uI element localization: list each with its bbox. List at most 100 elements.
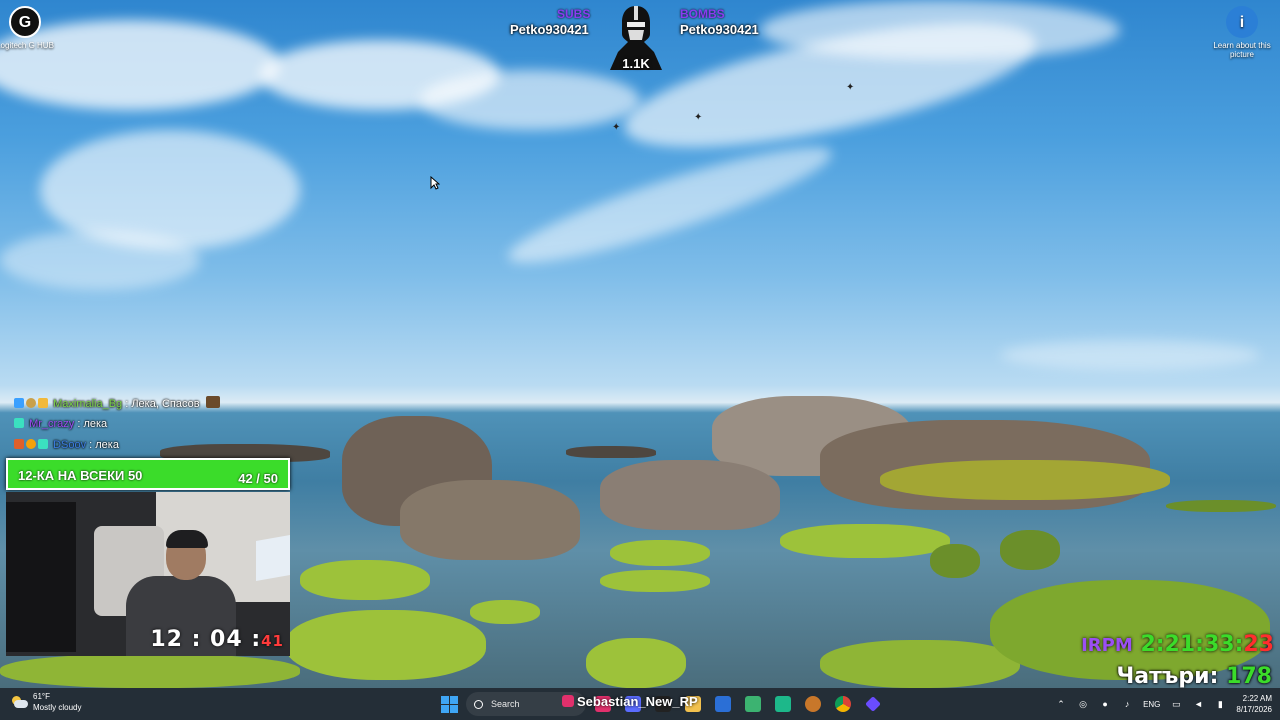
badge-icon (26, 398, 36, 408)
taskbar-app-3[interactable] (710, 691, 736, 717)
chat-message: Maximalia_Bg : Лека, Спасов (14, 396, 222, 410)
badge-icon (14, 418, 24, 428)
emote-icon (205, 396, 220, 408)
windows-logo-icon (440, 695, 449, 704)
logitech-g-hub-icon: G (9, 6, 41, 38)
chat-message: DSoov : лека (14, 439, 119, 451)
moss-rock (1000, 530, 1060, 570)
bird-icon: ✦ (846, 82, 855, 93)
webcam-shelf (6, 502, 76, 652)
desktop-icon-label: Logitech G HUB (0, 41, 54, 50)
cloud (500, 128, 840, 282)
microphone-icon[interactable]: ♪ (1121, 698, 1133, 710)
cloud (0, 230, 200, 290)
instagram-icon (562, 695, 574, 707)
mouse-cursor-icon (430, 176, 440, 190)
moss-rock (880, 460, 1170, 500)
audio-app-icon (775, 696, 791, 712)
app-icon (865, 696, 881, 712)
moss-rock (610, 540, 710, 566)
moss-rock (300, 560, 430, 600)
partly-cloudy-icon (10, 695, 28, 709)
stream-timer: 12 : 04 :41 (150, 627, 284, 652)
network-icon[interactable]: ▭ (1170, 698, 1182, 710)
webcam-monitor (256, 535, 290, 581)
moss-rock (600, 570, 710, 592)
moss-rock (286, 610, 486, 680)
moss-rock (780, 524, 950, 558)
chat-username: Maximalia_Bg (53, 398, 123, 410)
weather-desc: Mostly cloudy (33, 703, 82, 712)
app-icon (745, 696, 761, 712)
search-icon (474, 699, 483, 709)
badge-icon (26, 439, 36, 449)
weather-temp: 61°F (33, 692, 50, 701)
taskbar-app-chrome[interactable] (830, 691, 856, 717)
tray-app-icon[interactable]: ● (1099, 698, 1111, 710)
moss-rock (930, 544, 980, 578)
taskbar-app-4[interactable] (740, 691, 766, 717)
clock-time: 2:22 AM (1242, 694, 1272, 703)
cloud (760, 0, 1120, 60)
badge-icon (38, 398, 48, 408)
webcam-headphones (166, 530, 208, 548)
clock-date: 8/17/2026 (1236, 705, 1272, 714)
chevron-up-icon[interactable]: ⌃ (1055, 698, 1067, 710)
taskbar-app-6[interactable] (800, 691, 826, 717)
umbrellas-label: Чатъри: (1116, 664, 1219, 689)
moss-rock (820, 640, 1020, 688)
subs-label: SUBS (557, 7, 591, 21)
umbrellas-value: 178 (1226, 664, 1272, 689)
windows-logo-icon (449, 695, 458, 704)
taskbar-clock[interactable]: 2:22 AM 8/17/2026 (1236, 693, 1272, 715)
bombs-latest-name: Petko930421 (680, 22, 759, 37)
webcam-feed: 12 : 04 :41 (6, 492, 290, 656)
chat-text: : Лека, Спасов (125, 398, 200, 410)
badge-icon (14, 439, 24, 449)
umbrellas-counter: Чатъри: 178 (1117, 664, 1272, 689)
battery-icon[interactable]: ▮ (1214, 698, 1226, 710)
chrome-icon (835, 696, 851, 712)
weather-text: 61°F Mostly cloudy (33, 691, 81, 713)
cloud (420, 70, 640, 130)
moss-rock (586, 638, 686, 688)
desktop-icon-logitech-g-hub[interactable]: G Logitech G HUB (0, 6, 55, 50)
moss-rock (470, 600, 540, 624)
moss-rock (0, 654, 300, 688)
rpm-label: IRPM (1081, 635, 1133, 656)
app-icon (715, 696, 731, 712)
volume-icon[interactable]: ◄ (1192, 698, 1204, 710)
taskbar-app-5[interactable] (770, 691, 796, 717)
desktop-icon-learn-about-picture[interactable]: i Learn about this picture (1212, 6, 1272, 59)
badge-icon (38, 439, 48, 449)
cloud (1000, 340, 1260, 370)
stream-channel-name: Sebastian_New_RP (562, 694, 698, 709)
badge-icon (14, 398, 24, 408)
bird-icon: ✦ (694, 112, 703, 123)
moss-rock (1166, 500, 1276, 512)
rpm-seconds: 23 (1243, 632, 1274, 657)
app-icon (805, 696, 821, 712)
desktop-icon-label: Learn about this picture (1213, 41, 1271, 59)
rock (600, 460, 780, 530)
windows-logo-icon (449, 704, 458, 713)
language-indicator[interactable]: ENG (1143, 700, 1160, 709)
chat-text: : лека (89, 439, 119, 451)
start-button[interactable] (436, 691, 462, 717)
chat-username: Mr_crazy (29, 418, 75, 430)
stream-timer-seconds: 41 (261, 632, 284, 650)
channel-name-text: Sebastian_New_RP (577, 694, 698, 709)
weather-widget[interactable]: 61°F Mostly cloudy (10, 691, 81, 713)
chat-message: Mr_crazy : лека (14, 418, 107, 430)
rpm-time: 2:21:33: (1140, 632, 1244, 657)
rpm-timer: IRPM 2:21:33:23 (1081, 632, 1274, 657)
bombs-label: BOMBS (680, 7, 725, 21)
stream-timer-main: 12 : 04 : (150, 627, 262, 652)
rock (400, 480, 580, 560)
rock (566, 446, 656, 458)
chat-text: : лека (77, 418, 108, 430)
mascot-count: 1.1K (622, 56, 650, 71)
goal-title: 12-КА НА ВСЕКИ 50 (18, 468, 143, 483)
tray-app-icon[interactable]: ◎ (1077, 698, 1089, 710)
taskbar-app-7[interactable] (860, 691, 886, 717)
